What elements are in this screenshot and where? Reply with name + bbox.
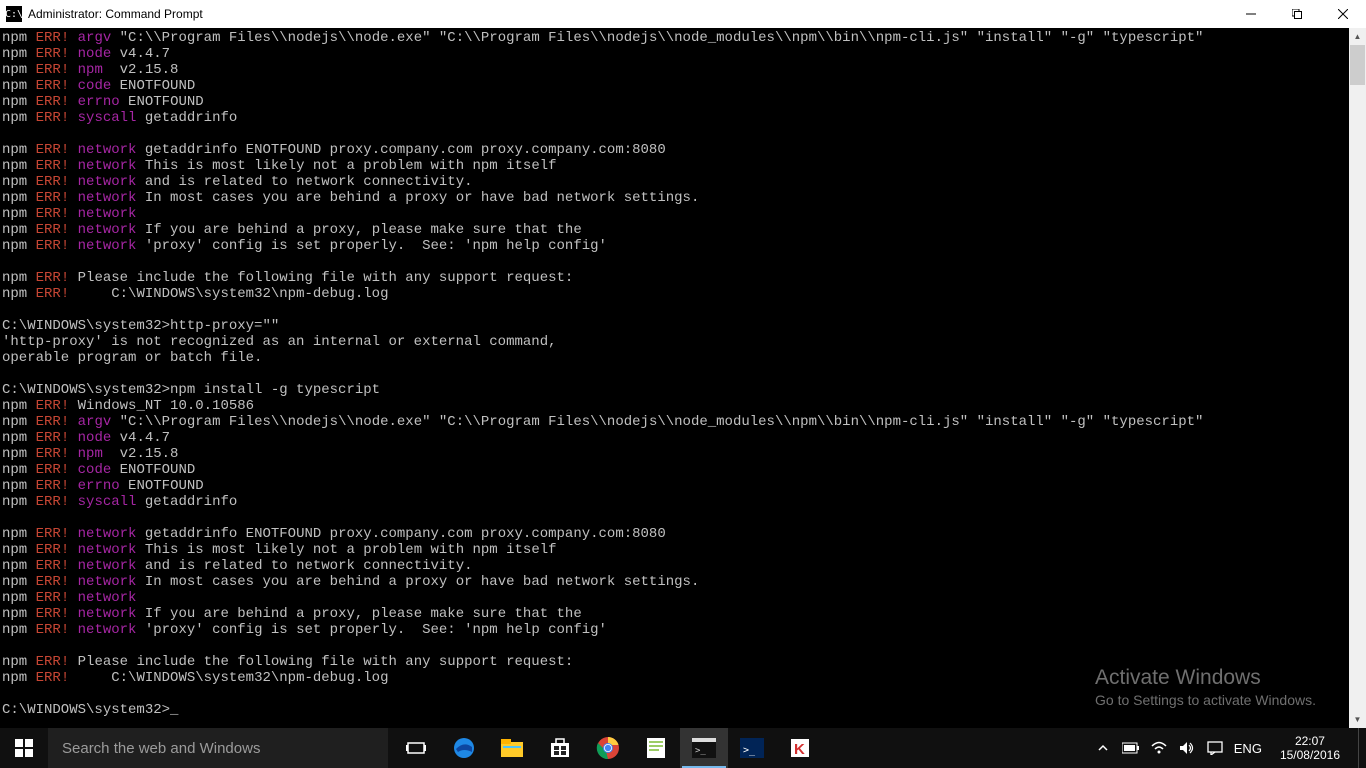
minimize-button[interactable]: [1228, 0, 1274, 28]
svg-text:>_: >_: [695, 746, 706, 756]
powershell-icon[interactable]: >_: [728, 728, 776, 768]
store-icon[interactable]: [536, 728, 584, 768]
scroll-thumb[interactable]: [1350, 45, 1365, 85]
clock-time: 22:07: [1280, 734, 1340, 748]
taskview-button[interactable]: [392, 728, 440, 768]
cmd-icon: C:\: [6, 6, 22, 22]
start-button[interactable]: [0, 728, 48, 768]
notifications-icon[interactable]: [1206, 741, 1224, 755]
battery-icon[interactable]: [1122, 742, 1140, 754]
file-explorer-icon[interactable]: [488, 728, 536, 768]
show-desktop-button[interactable]: [1358, 728, 1364, 768]
notepadpp-icon[interactable]: [632, 728, 680, 768]
close-button[interactable]: [1320, 0, 1366, 28]
wifi-icon[interactable]: [1150, 741, 1168, 755]
watermark-line2: Go to Settings to activate Windows.: [1095, 692, 1316, 708]
tray-chevron-icon[interactable]: [1094, 742, 1112, 754]
watermark-line1: Activate Windows: [1095, 666, 1316, 690]
scrollbar[interactable]: ▲ ▼: [1349, 28, 1366, 728]
maximize-button[interactable]: [1274, 0, 1320, 28]
scroll-up-button[interactable]: ▲: [1349, 28, 1366, 45]
clock[interactable]: 22:07 15/08/2016: [1272, 734, 1348, 762]
kaspersky-icon[interactable]: K: [776, 728, 824, 768]
volume-icon[interactable]: [1178, 741, 1196, 755]
taskbar: Search the web and Windows >_ >_ K: [0, 728, 1366, 768]
cmd-taskbar-icon[interactable]: >_: [680, 728, 728, 768]
console-output[interactable]: npm ERR! argv "C:\\Program Files\\nodejs…: [0, 28, 1349, 728]
clock-date: 15/08/2016: [1280, 748, 1340, 762]
svg-text:>_: >_: [743, 745, 756, 756]
svg-text:K: K: [794, 741, 805, 758]
chrome-icon[interactable]: [584, 728, 632, 768]
edge-icon[interactable]: [440, 728, 488, 768]
window-title: Administrator: Command Prompt: [28, 7, 1228, 21]
scroll-down-button[interactable]: ▼: [1349, 711, 1366, 728]
search-box[interactable]: Search the web and Windows: [48, 728, 388, 768]
activation-watermark: Activate Windows Go to Settings to activ…: [1095, 666, 1316, 708]
titlebar: C:\ Administrator: Command Prompt: [0, 0, 1366, 28]
search-placeholder: Search the web and Windows: [62, 740, 260, 757]
window-controls: [1228, 0, 1366, 28]
language-indicator[interactable]: ENG: [1234, 741, 1262, 756]
system-tray: ENG 22:07 15/08/2016: [1094, 728, 1366, 768]
console-area: npm ERR! argv "C:\\Program Files\\nodejs…: [0, 28, 1366, 728]
task-icons: >_ >_ K: [388, 728, 824, 768]
